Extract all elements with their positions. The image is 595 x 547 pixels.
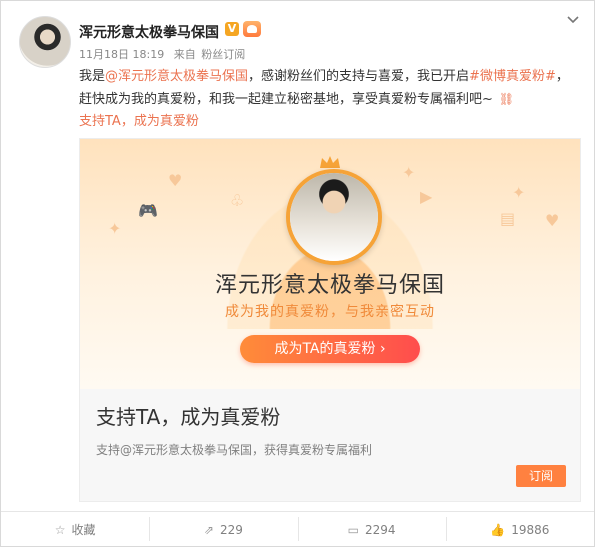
verified-v-icon: V xyxy=(225,22,239,36)
support-link[interactable]: 支持TA，成为真爱粉 xyxy=(79,114,199,129)
banner-avatar xyxy=(286,169,382,265)
avatar-photo xyxy=(290,173,378,261)
star-decor-icon: ✦ xyxy=(512,183,526,202)
favorite-label: 收藏 xyxy=(71,523,96,537)
weibo-post-card: 浑元形意太极拳马保国 V 11月18日 18:19 来自 粉丝订阅 我是@浑元形… xyxy=(0,0,595,547)
repost-count: 229 xyxy=(219,522,243,537)
source-prefix: 来自 xyxy=(173,48,196,61)
post-time[interactable]: 11月18日 18:19 xyxy=(79,48,164,61)
fan-decor-icon: ♧ xyxy=(230,191,245,210)
post-source[interactable]: 粉丝订阅 xyxy=(201,48,245,61)
subscribe-button[interactable]: 订阅 xyxy=(516,465,566,487)
post-text-part: 我是 xyxy=(79,69,106,84)
post-action-bar: ☆ 收藏 ⇗ 229 ▭ 2294 👍 19886 xyxy=(1,511,594,547)
like-button[interactable]: 👍 19886 xyxy=(445,516,594,541)
true-fan-card[interactable]: ✦ ♥ 🎮 ♧ ▤ ▶ ♥ ✦ ✦ 浑元形意太极拳马保国 成为我的真爱粉，与我亲… xyxy=(79,138,581,502)
thumbs-up-icon: 👍 xyxy=(490,522,506,537)
repost-button[interactable]: ⇗ 229 xyxy=(149,516,297,541)
star-decor-icon: ✦ xyxy=(402,163,416,182)
mention-link[interactable]: @浑元形意太极拳马保国 xyxy=(105,69,248,84)
post-meta: 11月18日 18:19 来自 粉丝订阅 xyxy=(79,46,251,62)
link-icon: ⛓ xyxy=(498,92,515,106)
fan-badge-icon[interactable] xyxy=(243,21,261,37)
hashtag-link[interactable]: #微博真爱粉# xyxy=(469,69,556,84)
heart-decor-icon: ♥ xyxy=(168,171,183,190)
card-description: 支持@浑元形意太极拳马保国，获得真爱粉专属福利 xyxy=(96,443,373,457)
post-text-part: ，感谢粉丝们的支持与喜爱，我已开启 xyxy=(248,69,470,84)
like-count: 19886 xyxy=(511,522,550,537)
repost-icon: ⇗ xyxy=(203,522,214,537)
banner-name: 浑元形意太极拳马保国 xyxy=(214,273,445,298)
game-decor-icon: 🎮 xyxy=(138,201,158,220)
file-decor-icon: ▤ xyxy=(500,209,516,228)
crown-icon xyxy=(320,156,340,168)
avatar[interactable] xyxy=(19,16,71,68)
card-title: 支持TA，成为真爱粉 xyxy=(96,405,281,429)
banner-subtitle: 成为我的真爱粉，与我亲密互动 xyxy=(225,304,435,320)
true-fan-banner: ✦ ♥ 🎮 ♧ ▤ ▶ ♥ ✦ ✦ 浑元形意太极拳马保国 成为我的真爱粉，与我亲… xyxy=(80,139,580,389)
comment-button[interactable]: ▭ 2294 xyxy=(297,516,446,541)
video-decor-icon: ▶ xyxy=(420,187,433,206)
star-decor-icon: ✦ xyxy=(108,219,122,238)
chevron-down-icon[interactable] xyxy=(566,13,580,27)
author-name[interactable]: 浑元形意太极拳马保国 xyxy=(79,22,219,42)
comment-count: 2294 xyxy=(365,522,396,537)
star-icon: ☆ xyxy=(54,523,66,537)
favorite-button[interactable]: ☆ 收藏 xyxy=(1,521,149,538)
become-true-fan-button[interactable]: 成为TA的真爱粉 › xyxy=(240,335,420,363)
comment-icon: ▭ xyxy=(347,522,360,537)
heart-decor-icon: ♥ xyxy=(545,211,560,230)
post-text: 我是@浑元形意太极拳马保国，感谢粉丝们的支持与喜爱，我已开启#微博真爱粉#，赶快… xyxy=(79,66,579,133)
